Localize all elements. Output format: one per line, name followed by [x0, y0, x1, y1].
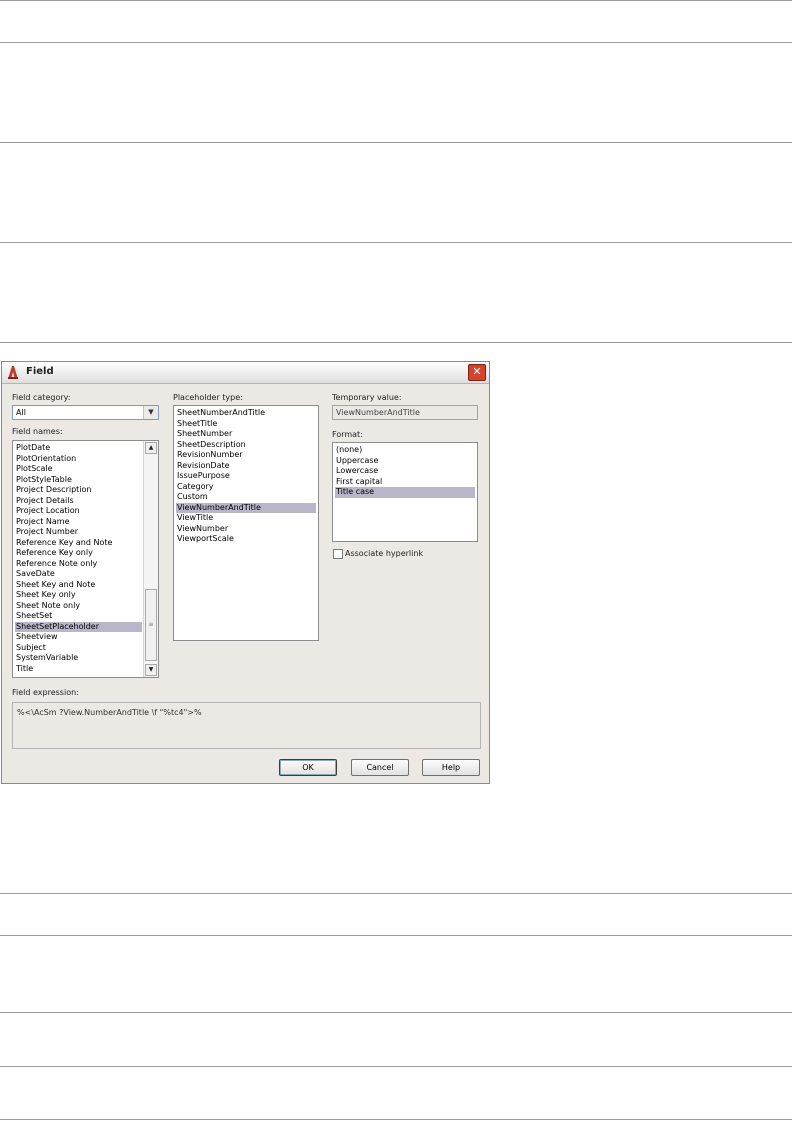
divider-line	[0, 242, 792, 243]
temporary-value-label: Temporary value:	[332, 393, 402, 402]
list-item[interactable]: Sheet Key only	[15, 590, 142, 601]
format-list[interactable]: (none) Uppercase Lowercase First capital Tit…	[332, 442, 478, 542]
list-item[interactable]: SheetTitle	[176, 419, 316, 430]
list-item[interactable]: Sheetview	[15, 632, 142, 643]
list-item[interactable]: Project Location	[15, 506, 142, 517]
list-item[interactable]: (none)	[335, 445, 475, 456]
field-names-label: Field names:	[12, 427, 63, 436]
list-item[interactable]: ViewNumberAndTitle	[176, 502, 316, 513]
field-names-list[interactable]: PlotDate PlotOrientation PlotScale PlotStyl…	[12, 440, 159, 678]
divider-line	[0, 42, 792, 43]
list-item[interactable]: Sheet Note only	[15, 601, 142, 612]
divider-line	[0, 342, 792, 343]
format-label: Format:	[332, 430, 363, 439]
app-logo-icon	[8, 366, 18, 379]
list-item[interactable]: PlotDate	[15, 443, 142, 454]
list-item[interactable]: SheetSet	[15, 611, 142, 622]
associate-hyperlink-checkbox[interactable]	[333, 549, 343, 559]
divider-line	[0, 1066, 792, 1067]
list-item[interactable]: ViewNumber	[176, 524, 316, 535]
cancel-button[interactable]: Cancel	[351, 759, 409, 776]
list-item[interactable]: RevisionDate	[176, 461, 316, 472]
divider-line	[0, 935, 792, 936]
field-expression-label: Field expression:	[12, 688, 79, 697]
list-item[interactable]: Reference Key only	[15, 548, 142, 559]
scroll-up-icon[interactable]: ▲	[145, 442, 157, 454]
help-button[interactable]: Help	[422, 759, 480, 776]
list-item[interactable]: Reference Key and Note	[15, 538, 142, 549]
temporary-value-field: ViewNumberAndTitle	[332, 405, 478, 420]
field-expression-text: %<\AcSm ?View.NumberAndTitle \f "%tc4">%	[17, 708, 202, 717]
placeholder-type-label: Placeholder type:	[173, 393, 243, 402]
scroll-thumb[interactable]: ≡	[145, 589, 157, 661]
list-item[interactable]: Sheet Key and Note	[15, 580, 142, 591]
field-dialog: Field ✕ Field category: All ▼ Field name…	[1, 361, 490, 784]
list-item[interactable]: ViewTitle	[176, 513, 316, 524]
field-names-scrollbar[interactable]: ▲ ≡ ▼	[143, 441, 158, 677]
list-item[interactable]: Project Number	[15, 527, 142, 538]
divider-line	[0, 142, 792, 143]
list-item[interactable]: Reference Note only	[15, 559, 142, 570]
placeholder-type-list[interactable]: SheetNumberAndTitle SheetTitle SheetNumber…	[173, 405, 319, 641]
list-item[interactable]: IssuePurpose	[176, 471, 316, 482]
field-expression-box[interactable]: %<\AcSm ?View.NumberAndTitle \f "%tc4">%	[12, 702, 481, 749]
list-item[interactable]: PlotStyleTable	[15, 475, 142, 486]
list-item[interactable]: ViewportScale	[176, 534, 316, 545]
list-item[interactable]: SaveDate	[15, 569, 142, 580]
field-category-value: All	[16, 408, 26, 417]
ok-button[interactable]: OK	[279, 759, 337, 776]
list-item[interactable]: Custom	[176, 492, 316, 503]
divider-line	[0, 1119, 792, 1120]
dialog-titlebar[interactable]: Field ✕	[2, 362, 489, 384]
scroll-down-icon[interactable]: ▼	[145, 664, 157, 676]
list-item[interactable]: PlotScale	[15, 464, 142, 475]
list-item[interactable]: SheetNumberAndTitle	[176, 408, 316, 419]
divider-line	[0, 893, 792, 894]
field-category-select[interactable]: All ▼	[12, 405, 159, 420]
chevron-down-icon[interactable]: ▼	[143, 406, 158, 419]
close-icon[interactable]: ✕	[468, 364, 486, 381]
list-item[interactable]: Lowercase	[335, 466, 475, 477]
list-item[interactable]: Subject	[15, 643, 142, 654]
temporary-value-text: ViewNumberAndTitle	[336, 408, 420, 417]
field-category-label: Field category:	[12, 393, 71, 402]
list-item[interactable]: PlotOrientation	[15, 454, 142, 465]
list-item[interactable]: Project Name	[15, 517, 142, 528]
list-item[interactable]: SheetSetPlaceholder	[15, 621, 142, 632]
list-item[interactable]: Project Details	[15, 496, 142, 507]
associate-hyperlink-label: Associate hyperlink	[345, 549, 424, 558]
divider-line	[0, 1012, 792, 1013]
list-item[interactable]: First capital	[335, 477, 475, 488]
list-item[interactable]: RevisionNumber	[176, 450, 316, 461]
dialog-title: Field	[26, 366, 54, 377]
list-item[interactable]: Category	[176, 482, 316, 493]
list-item[interactable]: Project Description	[15, 485, 142, 496]
divider-line	[0, 0, 792, 1]
list-item[interactable]: Uppercase	[335, 456, 475, 467]
list-item[interactable]: SheetNumber	[176, 429, 316, 440]
list-item[interactable]: SystemVariable	[15, 653, 142, 664]
list-item[interactable]: SheetDescription	[176, 440, 316, 451]
list-item[interactable]: Title	[15, 664, 142, 675]
list-item[interactable]: Title case	[335, 487, 475, 498]
